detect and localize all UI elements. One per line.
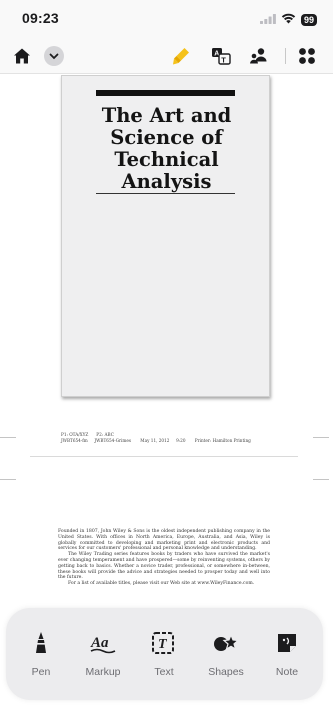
pen-tool-button[interactable]: Pen bbox=[13, 630, 69, 678]
account-icon[interactable] bbox=[246, 43, 272, 69]
note-tool-button[interactable]: Note bbox=[259, 630, 315, 678]
chevron-down-icon bbox=[44, 46, 64, 66]
shapes-label: Shapes bbox=[208, 666, 244, 678]
markup-tool-button[interactable]: Aa Markup bbox=[75, 630, 131, 678]
battery-icon: 99 bbox=[300, 14, 317, 26]
book-cover-page: The Art and Science of Technical Analysi… bbox=[61, 75, 270, 397]
pen-icon bbox=[13, 630, 69, 656]
cover-rule bbox=[96, 193, 235, 194]
page-slug-line-1: P1: OTA/XYZ P2: ABC bbox=[61, 432, 114, 437]
copyright-paragraph: Founded in 1807, John Wiley & Sons is th… bbox=[58, 529, 270, 552]
page-crop-mark bbox=[0, 437, 16, 438]
text-icon: T bbox=[136, 630, 192, 656]
cover-title: The Art and Science of Technical Analysi… bbox=[101, 104, 232, 193]
note-icon bbox=[259, 630, 315, 656]
pen-label: Pen bbox=[31, 666, 51, 678]
page-slug-line-2: JWBT654-fm JWBT654-Grimes May 11, 2012 9… bbox=[61, 438, 251, 443]
markup-label: Markup bbox=[85, 666, 121, 678]
svg-text:T: T bbox=[158, 637, 168, 652]
svg-text:Aa: Aa bbox=[90, 635, 109, 651]
status-bar: 09:23 99 bbox=[0, 0, 333, 38]
copyright-paragraph: For a list of available titles, please v… bbox=[68, 581, 255, 587]
text-label: Text bbox=[154, 666, 174, 678]
signal-icon bbox=[259, 11, 276, 29]
status-time: 09:23 bbox=[22, 10, 59, 26]
page-crop-mark bbox=[0, 479, 16, 480]
page-separator bbox=[30, 456, 298, 457]
shapes-tool-button[interactable]: Shapes bbox=[198, 630, 254, 678]
markup-icon: Aa bbox=[75, 630, 131, 656]
toolbar-divider bbox=[285, 48, 286, 64]
note-label: Note bbox=[275, 666, 299, 678]
status-icons: 99 bbox=[259, 11, 317, 29]
copyright-text: Founded in 1807, John Wiley & Sons is th… bbox=[58, 529, 270, 587]
shapes-icon bbox=[198, 630, 254, 656]
home-icon[interactable] bbox=[9, 43, 35, 69]
highlighter-icon[interactable] bbox=[169, 43, 195, 69]
svg-text:T: T bbox=[221, 55, 226, 64]
top-toolbar: A T bbox=[0, 38, 333, 74]
translate-icon[interactable]: A T bbox=[208, 43, 234, 69]
wifi-icon bbox=[281, 11, 296, 29]
page-crop-mark bbox=[313, 437, 329, 438]
chevron-down-button[interactable] bbox=[41, 43, 67, 69]
page-crop-mark bbox=[313, 479, 329, 480]
copyright-paragraph: The Wiley Trading series features books … bbox=[58, 552, 270, 581]
annotation-tool-tray: Pen Aa Markup T Text Shapes Note bbox=[6, 608, 323, 700]
text-tool-button[interactable]: T Text bbox=[136, 630, 192, 678]
grid-icon[interactable] bbox=[294, 43, 320, 69]
cover-top-bar bbox=[96, 90, 235, 96]
